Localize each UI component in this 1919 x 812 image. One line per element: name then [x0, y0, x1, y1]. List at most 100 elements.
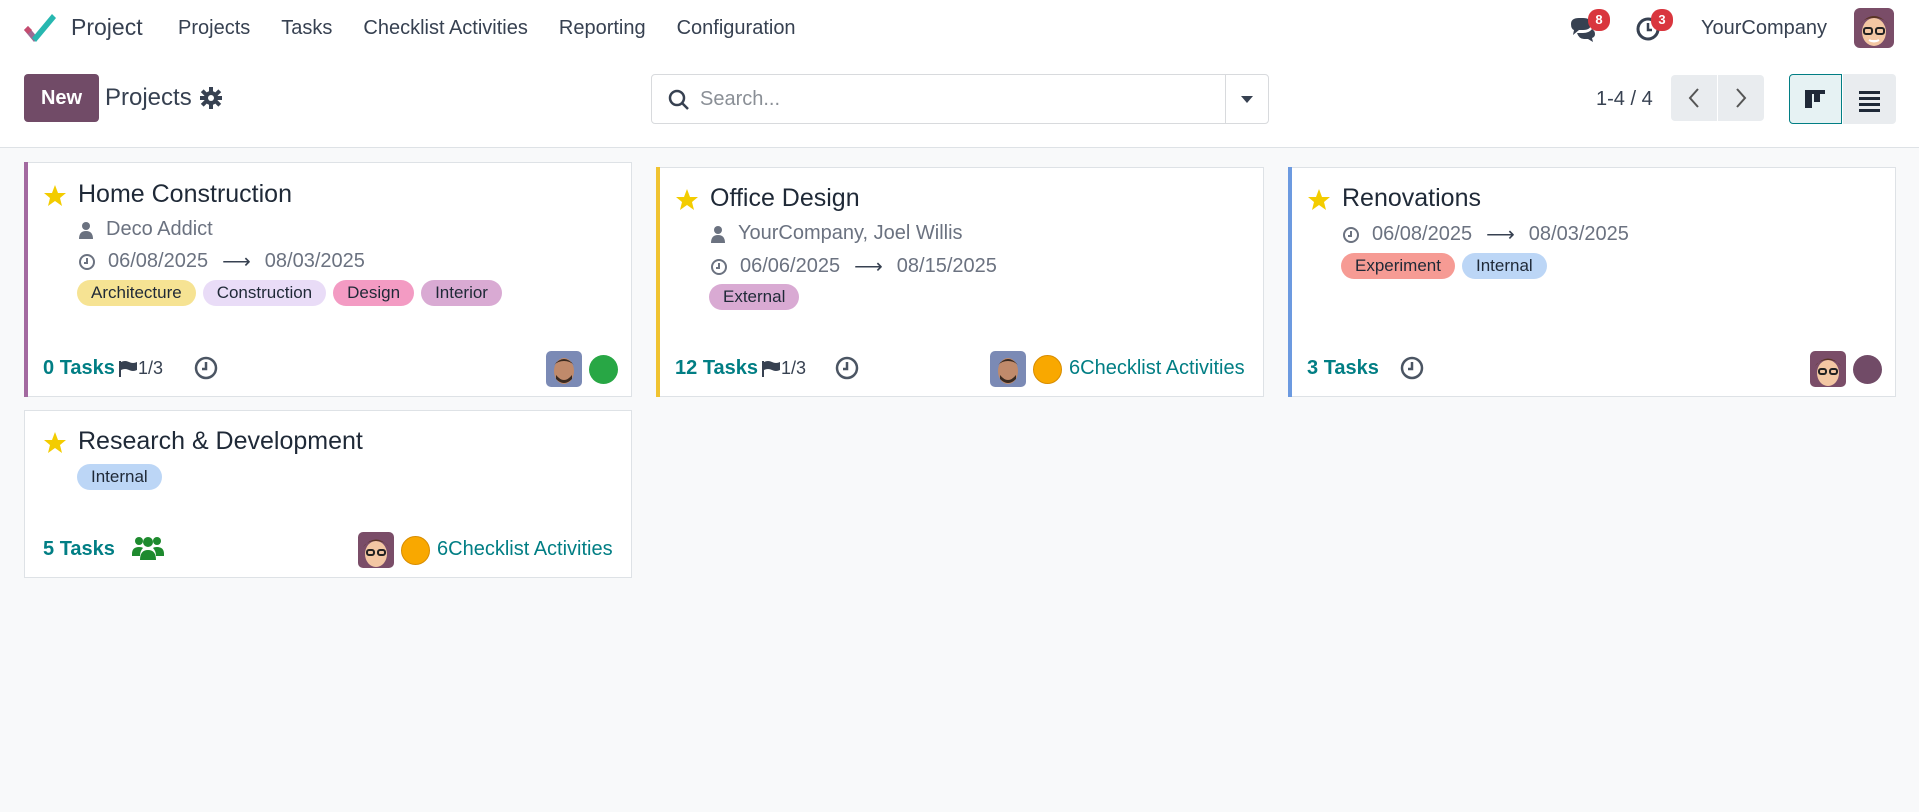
- customer-name: YourCompany, Joel Willis: [738, 222, 963, 244]
- followers-group-icon[interactable]: [132, 534, 164, 560]
- tag-construction[interactable]: Construction: [202, 280, 327, 306]
- project-tags: Experiment Internal: [1341, 253, 1547, 279]
- activity-clock-icon[interactable]: [194, 356, 218, 380]
- menu-projects[interactable]: Projects: [178, 17, 250, 40]
- tag-internal[interactable]: Internal: [77, 464, 162, 490]
- project-title[interactable]: Renovations: [1342, 184, 1481, 213]
- menu-reporting[interactable]: Reporting: [559, 17, 646, 40]
- status-indicator-orange[interactable]: [401, 536, 430, 565]
- project-dates: 06/06/2025 ⟶ 08/15/2025: [710, 254, 997, 279]
- tag-design[interactable]: Design: [333, 280, 415, 306]
- flag-icon: [762, 360, 780, 377]
- app-name[interactable]: Project: [71, 14, 143, 41]
- project-card[interactable]: Renovations 06/08/2025 ⟶ 08/03/2025 Expe…: [1288, 167, 1896, 397]
- kanban-view-button[interactable]: [1789, 74, 1842, 124]
- tag-architecture[interactable]: Architecture: [77, 280, 196, 306]
- status-indicator-orange[interactable]: [1033, 355, 1062, 384]
- man-avatar-image: [990, 351, 1026, 387]
- project-dates: 06/08/2025 ⟶ 08/03/2025: [1342, 222, 1629, 247]
- card-color-accent: [1288, 167, 1292, 397]
- menu-checklist-activities[interactable]: Checklist Activities: [363, 17, 528, 40]
- status-indicator-green[interactable]: [589, 355, 618, 384]
- project-title[interactable]: Research & Development: [78, 427, 363, 456]
- tasks-label: Tasks: [59, 357, 115, 379]
- activity-clock-icon[interactable]: [1400, 356, 1424, 380]
- milestones-value: 1/3: [781, 358, 807, 378]
- kanban-icon: [1805, 90, 1825, 108]
- date-end: 08/15/2025: [896, 255, 997, 277]
- user-icon: [79, 221, 93, 239]
- project-card[interactable]: Home Construction Deco Addict 06/08/2025…: [24, 162, 632, 397]
- tasks-label: Tasks: [1323, 357, 1379, 379]
- gear-icon[interactable]: [200, 87, 222, 109]
- user-avatar-image: [358, 532, 394, 568]
- menu-configuration[interactable]: Configuration: [677, 17, 796, 40]
- list-icon: [1859, 91, 1880, 112]
- tag-experiment[interactable]: Experiment: [1341, 253, 1455, 279]
- project-title[interactable]: Home Construction: [78, 180, 292, 209]
- tasks-link[interactable]: 5 Tasks: [43, 538, 115, 561]
- favorite-star-icon[interactable]: [1307, 188, 1331, 212]
- favorite-star-icon[interactable]: [43, 431, 67, 455]
- checklist-activities-link[interactable]: 6Checklist Activities: [437, 538, 613, 561]
- checklist-activities-link[interactable]: 6Checklist Activities: [1069, 357, 1245, 380]
- favorite-star-icon[interactable]: [43, 184, 67, 208]
- date-start: 06/08/2025: [1372, 223, 1473, 245]
- project-app-logo[interactable]: [22, 12, 58, 44]
- caret-down-icon: [1241, 96, 1253, 103]
- tasks-link[interactable]: 12 Tasks: [675, 357, 758, 380]
- project-manager-avatar[interactable]: [358, 532, 394, 568]
- messages-badge: 8: [1588, 9, 1610, 31]
- search-options-toggle[interactable]: [1225, 75, 1268, 123]
- customer-name: Deco Addict: [106, 218, 213, 240]
- milestones-value: 1/3: [138, 358, 164, 378]
- tasks-count: 3: [1307, 357, 1319, 379]
- user-avatar-image: [1854, 8, 1894, 48]
- project-manager-avatar[interactable]: [990, 351, 1026, 387]
- project-card[interactable]: Office Design YourCompany, Joel Willis 0…: [656, 167, 1264, 397]
- main-menu: Projects Tasks Checklist Activities Repo…: [178, 17, 827, 40]
- date-end: 08/03/2025: [264, 250, 365, 272]
- project-customer: Deco Addict: [78, 218, 213, 241]
- man-avatar-image: [546, 351, 582, 387]
- project-dates: 06/08/2025 ⟶ 08/03/2025: [78, 249, 365, 274]
- activity-clock-icon[interactable]: [835, 356, 859, 380]
- tag-interior[interactable]: Interior: [421, 280, 502, 306]
- company-switcher[interactable]: YourCompany: [1701, 17, 1827, 40]
- search-input[interactable]: [700, 75, 1200, 123]
- arrow-right-icon: ⟶: [222, 251, 251, 273]
- control-panel: New Projects 1-4 / 4: [0, 57, 1919, 148]
- search-icon: [668, 89, 689, 110]
- activities-badge: 3: [1651, 9, 1673, 31]
- project-card[interactable]: Research & Development Internal 5 Tasks …: [24, 410, 632, 578]
- tag-external[interactable]: External: [709, 284, 800, 310]
- project-manager-avatar[interactable]: [1810, 351, 1846, 387]
- flag-icon: [119, 360, 137, 377]
- date-start: 06/06/2025: [740, 255, 841, 277]
- tasks-label: Tasks: [702, 357, 759, 379]
- pager-previous-button[interactable]: [1671, 75, 1717, 121]
- arrow-right-icon: ⟶: [1486, 224, 1515, 246]
- milestones[interactable]: 1/3: [761, 358, 806, 379]
- new-button[interactable]: New: [24, 74, 99, 122]
- pager-next-button[interactable]: [1718, 75, 1764, 121]
- list-view-button[interactable]: [1843, 74, 1896, 124]
- menu-tasks[interactable]: Tasks: [281, 17, 332, 40]
- favorite-star-icon[interactable]: [675, 188, 699, 212]
- project-title[interactable]: Office Design: [710, 184, 860, 213]
- clock-icon: [1343, 226, 1359, 243]
- chevron-left-icon: [1688, 88, 1699, 108]
- project-customer: YourCompany, Joel Willis: [710, 222, 963, 245]
- date-end: 08/03/2025: [1528, 223, 1629, 245]
- card-color-accent: [656, 167, 660, 397]
- user-avatar[interactable]: [1854, 8, 1894, 48]
- milestones[interactable]: 1/3: [118, 358, 163, 379]
- date-start: 06/08/2025: [108, 250, 209, 272]
- tag-internal[interactable]: Internal: [1461, 253, 1547, 279]
- pager-value[interactable]: 1-4 / 4: [1596, 88, 1653, 111]
- tasks-link[interactable]: 0 Tasks: [43, 357, 115, 380]
- tasks-link[interactable]: 3 Tasks: [1307, 357, 1379, 380]
- project-manager-avatar[interactable]: [546, 351, 582, 387]
- page-title: Projects: [105, 84, 192, 111]
- status-indicator-purple[interactable]: [1853, 355, 1882, 384]
